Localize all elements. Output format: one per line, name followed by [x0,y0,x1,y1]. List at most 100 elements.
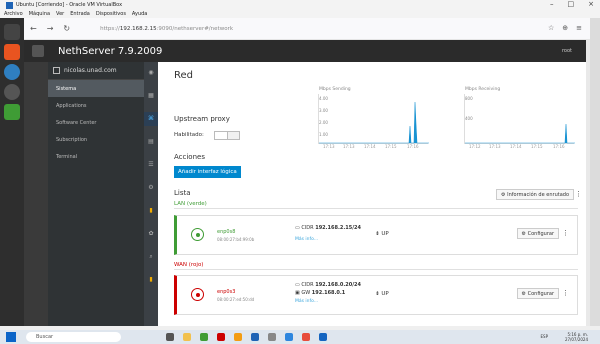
app-icon[interactable] [217,333,225,341]
interface-state: ⇟ UP [375,291,389,297]
interface-cidr: ▭ CIDR 192.168.0.20/24 [295,282,362,288]
language-indicator[interactable]: ESP [541,334,548,339]
user-menu[interactable]: root [562,48,572,54]
dashboard-icon[interactable]: ◉ [144,66,158,80]
sending-series-line [319,101,429,144]
apps-grid-icon[interactable] [4,24,20,40]
side-nav: nicolas.unad.com Sistema Applications So… [48,62,144,326]
nav-item-software-center[interactable]: Software Center [48,114,144,131]
menu-entrada[interactable]: Entrada [70,11,90,17]
bookmark-star-icon[interactable]: ☆ [548,24,554,32]
interface-card-lan: enp0s8 08:00:27:b4:99:0b ▭ CIDR 192.168.… [174,215,578,255]
settings-icon[interactable]: ⚙ [144,181,158,195]
users-icon[interactable]: ☰ [144,158,158,172]
enabled-label: Habilitado: [174,132,204,138]
virtualbox-icon [6,1,13,9]
warning-icon[interactable]: ▮ [144,204,158,218]
maximize-icon[interactable]: □ [568,0,575,8]
menu-ver[interactable]: Ver [56,11,64,17]
forward-icon[interactable]: → [47,24,54,33]
wan-section-label: WAN (rojo) [174,262,204,268]
sending-chart: Mbps Sending 4.00 3.00 2.00 1.00 17:13 1… [318,87,429,149]
page-scrollbar[interactable] [586,40,590,326]
browser-toolbar: ← → ↻ https://192.168.2.15:9090/nethserv… [24,18,590,40]
interface-name: enp0s3 [217,289,236,295]
more-info-link[interactable]: Más info... [295,237,318,242]
app-icon[interactable] [234,333,242,341]
task-view-icon[interactable] [166,333,174,341]
nav-item-subscription[interactable]: Subscription [48,131,144,148]
browser-window: ← → ↻ https://192.168.2.15:9090/nethserv… [24,18,590,326]
proxy-toggle[interactable] [214,131,240,140]
list-label: Lista [174,189,191,197]
divider [174,208,578,209]
app-icon[interactable] [251,333,259,341]
app-icon[interactable] [200,333,208,341]
search-icon[interactable]: ⌕ [144,250,158,264]
help-icon[interactable] [4,64,20,80]
window-title: Ubuntu [Corriendo] - Oracle VM VirtualBo… [16,2,123,8]
taskbar-apps [166,333,327,341]
routing-info-button[interactable]: ⚙ Información de enrutado [496,189,574,200]
app-icon[interactable] [285,333,293,341]
add-logical-interface-button[interactable]: Añadir interfaz lógica [174,166,241,178]
windows-start-icon[interactable] [6,332,16,342]
windows-taskbar: Buscar 5:16 p. m. 27/07/2024 ESP [0,330,600,344]
nav-item-applications[interactable]: Applications [48,97,144,114]
settings-icon[interactable] [4,84,20,100]
virtualbox-taskbar-icon[interactable] [319,333,327,341]
extensions-icon[interactable]: ⊕ [562,24,568,32]
tools-icon[interactable]: ✿ [144,227,158,241]
storage-icon[interactable]: ▤ [144,135,158,149]
divider [174,269,578,270]
taskbar-search[interactable]: Buscar [26,332,121,342]
back-icon[interactable]: ← [30,24,37,33]
host-switcher-icon[interactable] [32,45,44,57]
interface-kebab-icon[interactable]: ⋮ [562,289,569,297]
interface-status-icon [191,228,204,241]
menu-hamburger-icon[interactable]: ≡ [576,24,582,32]
configure-button[interactable]: ⚙ Configurar [516,228,559,239]
services-icon[interactable]: ▦ [144,89,158,103]
software-icon[interactable] [4,44,20,60]
menu-ayuda[interactable]: Ayuda [132,11,147,17]
ubuntu-dock [0,18,24,326]
app-icon[interactable] [302,333,310,341]
host-column [24,62,48,326]
brand-title: NethServer 7.9.2009 [58,46,163,57]
reload-icon[interactable]: ↻ [63,24,70,33]
more-info-link[interactable]: Más info... [295,299,318,304]
interface-name: enp0s8 [217,229,236,235]
menu-archivo[interactable]: Archivo [4,11,23,17]
address-bar[interactable]: https://192.168.2.15:9090/nethserver#/ne… [100,26,233,32]
nav-item-terminal[interactable]: Terminal [48,148,144,165]
interface-kebab-icon[interactable]: ⋮ [562,229,569,237]
close-icon[interactable]: × [588,0,594,8]
system-clock[interactable]: 5:16 p. m. 27/07/2024 [565,332,588,342]
interface-gateway: ▣ GW 192.168.0.1 [295,290,346,296]
server-icon [53,67,60,74]
trash-icon[interactable] [4,104,20,120]
list-kebab-icon[interactable]: ⋮ [575,190,582,198]
nav-item-sistema[interactable]: Sistema [48,80,144,97]
interface-card-wan: enp0s3 08:00:27:ed:50:dd ▭ CIDR 192.168.… [174,275,578,315]
main-content: Red Upstream proxy Habilitado: Acciones … [158,62,590,326]
file-explorer-icon[interactable] [183,333,191,341]
page-title: Red [174,70,193,81]
minimize-icon[interactable]: – [550,0,554,8]
nethserver-header: NethServer 7.9.2009 root [24,40,590,62]
network-icon[interactable]: ⌘ [144,112,158,126]
interface-cidr: ▭ CIDR 192.168.2.15/24 [295,225,362,231]
actions-label: Acciones [174,153,205,161]
host-selector[interactable]: nicolas.unad.com [48,62,144,80]
menu-maquina[interactable]: Máquina [29,11,50,17]
logs-icon[interactable]: ▮ [144,273,158,287]
menu-dispositivos[interactable]: Dispositivos [96,11,126,17]
app-icon[interactable] [268,333,276,341]
vbox-title-bar: Ubuntu [Corriendo] - Oracle VM VirtualBo… [0,0,600,10]
sending-chart-title: Mbps Sending [319,87,351,92]
configure-button[interactable]: ⚙ Configurar [516,288,559,299]
section-icon-column: ◉ ▦ ⌘ ▤ ☰ ⚙ ▮ ✿ ⌕ ▮ [144,62,158,326]
interface-status-icon [191,288,204,301]
receiving-chart-title: Mbps Receiving [465,87,501,92]
